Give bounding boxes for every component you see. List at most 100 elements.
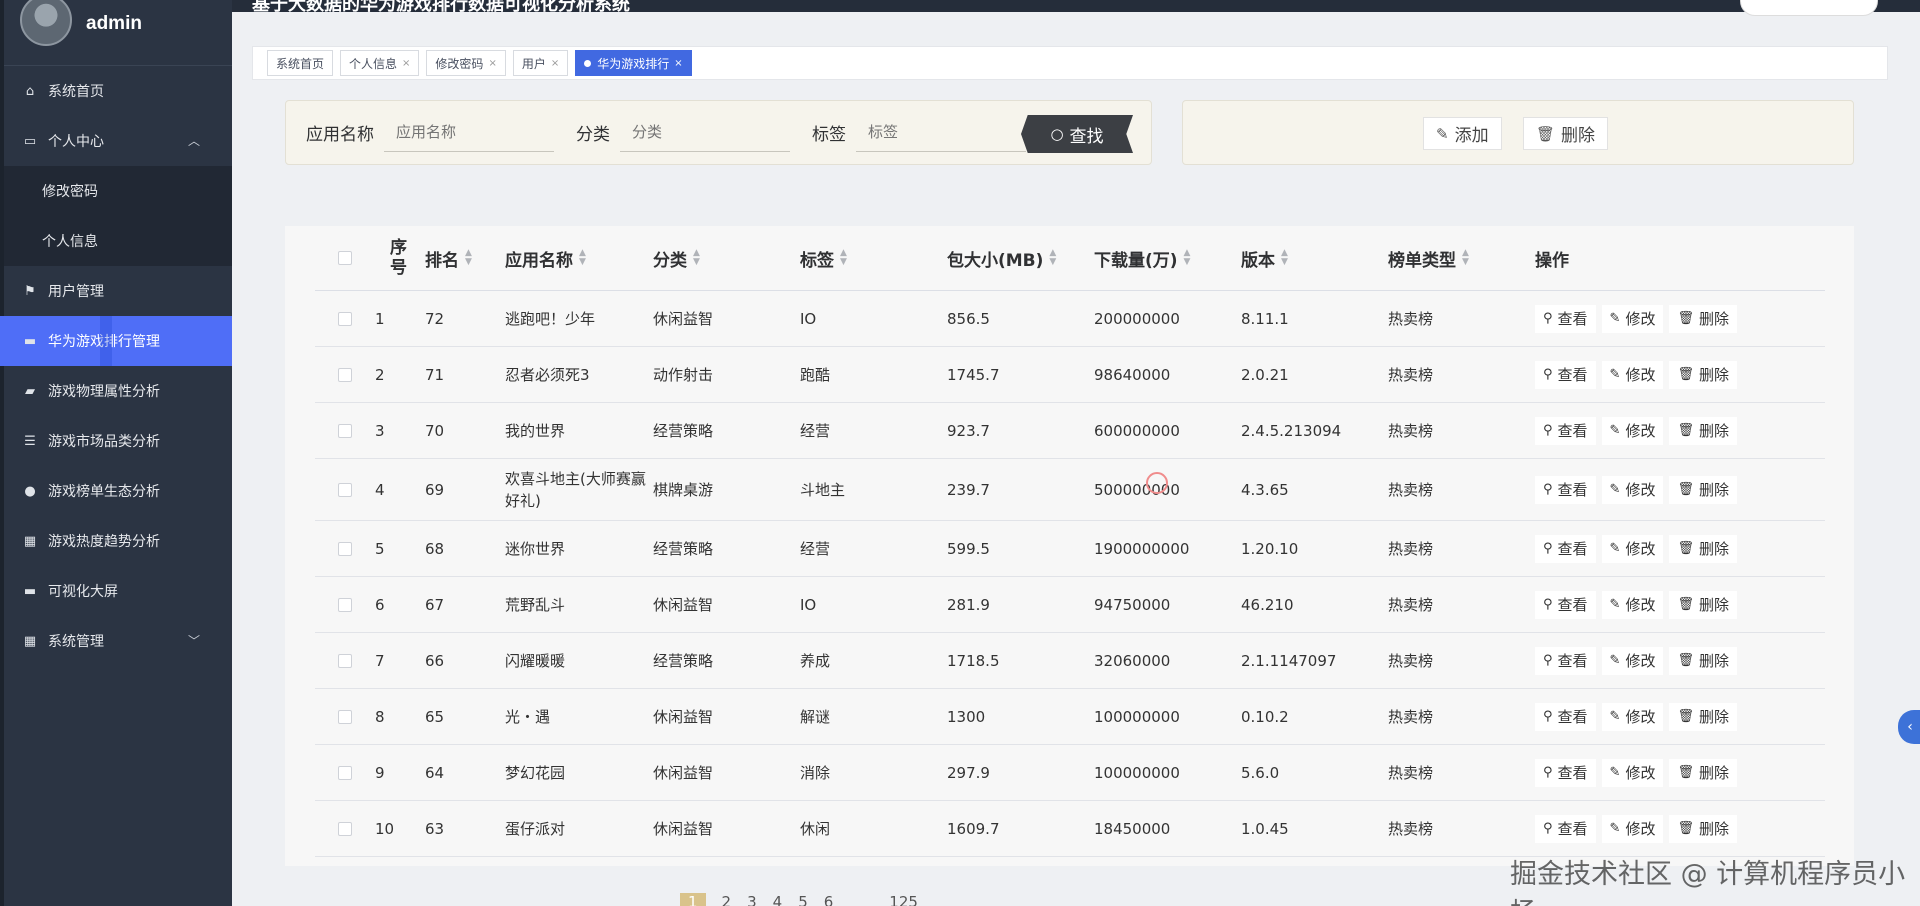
sidebar-item-10[interactable]: ▬ 可视化大屏 [0, 566, 232, 616]
sidebar-item-11[interactable]: ▦ 系统管理 ﹀ [0, 616, 232, 666]
tab-3[interactable]: 用户 × [512, 50, 569, 76]
view-button[interactable]: ⚲ 查看 [1535, 758, 1596, 787]
delete-row-button[interactable]: 🗑 删除 [1669, 416, 1737, 445]
row-checkbox[interactable] [338, 709, 352, 724]
cell-version-text: 2.0.21 [1241, 365, 1289, 384]
edit-button[interactable]: ✎ 修改 [1601, 304, 1664, 333]
sort-icon[interactable]: ▲ ▼ [840, 249, 847, 267]
tab-2[interactable]: 修改密码 × [426, 50, 506, 76]
side-toggle-button[interactable]: ‹ [1898, 710, 1920, 744]
edit-button[interactable]: ✎ 修改 [1601, 758, 1664, 787]
view-button[interactable]: ⚲ 查看 [1535, 646, 1596, 675]
delete-row-button[interactable]: 🗑 删除 [1669, 304, 1737, 333]
sort-icon[interactable]: ▲ ▼ [1281, 249, 1288, 267]
sidebar-item-8[interactable]: ● 游戏榜单生态分析 [0, 466, 232, 516]
header-size[interactable]: 包大小(MB) ▲ ▼ [947, 246, 1094, 271]
header-rank[interactable]: 排名 ▲ ▼ [425, 246, 505, 271]
avatar[interactable] [20, 0, 72, 46]
page-button[interactable]: 5 [798, 893, 808, 906]
view-button[interactable]: ⚲ 查看 [1535, 534, 1596, 563]
view-button[interactable]: ⚲ 查看 [1535, 475, 1596, 504]
tab-1[interactable]: 个人信息 × [340, 50, 420, 76]
header-tag[interactable]: 标签 ▲ ▼ [800, 246, 947, 271]
header-downloads[interactable]: 下载量(万) ▲ ▼ [1094, 246, 1241, 271]
cell-name: 逃跑吧！少年 [505, 308, 653, 330]
header-name[interactable]: 应用名称 ▲ ▼ [505, 246, 653, 271]
edit-button[interactable]: ✎ 修改 [1601, 475, 1664, 504]
page-button[interactable]: 2 [722, 893, 732, 906]
close-icon[interactable]: × [674, 58, 682, 69]
sidebar-item-9[interactable]: ▦ 游戏热度趋势分析 [0, 516, 232, 566]
page-button[interactable]: 1 [680, 893, 706, 906]
view-button[interactable]: ⚲ 查看 [1535, 304, 1596, 333]
delete-row-button[interactable]: 🗑 删除 [1669, 475, 1737, 504]
sidebar-item-6[interactable]: ▰ 游戏物理属性分析 [0, 366, 232, 416]
page-last-button[interactable]: 125 [889, 893, 918, 906]
edit-button[interactable]: ✎ 修改 [1601, 360, 1664, 389]
view-button[interactable]: ⚲ 查看 [1535, 416, 1596, 445]
row-checkbox[interactable] [338, 367, 352, 382]
view-button[interactable]: ⚲ 查看 [1535, 360, 1596, 389]
search-icon: ⚲ [1543, 423, 1553, 438]
delete-row-button[interactable]: 🗑 删除 [1669, 360, 1737, 389]
view-button[interactable]: ⚲ 查看 [1535, 702, 1596, 731]
cell-downloads-text: 18450000 [1094, 819, 1171, 838]
add-button[interactable]: ✎ 添加 [1423, 117, 1502, 150]
row-checkbox[interactable] [338, 765, 352, 780]
view-button[interactable]: ⚲ 查看 [1535, 590, 1596, 619]
category-input[interactable] [620, 113, 790, 152]
sidebar-item-7[interactable]: ☰ 游戏市场品类分析 [0, 416, 232, 466]
sidebar-item-4[interactable]: ⚑ 用户管理 [0, 266, 232, 316]
edit-button[interactable]: ✎ 修改 [1601, 702, 1664, 731]
tab-0[interactable]: 系统首页 [267, 50, 334, 76]
sort-icon[interactable]: ▲ ▼ [579, 249, 586, 267]
delete-row-button[interactable]: 🗑 删除 [1669, 534, 1737, 563]
edit-button[interactable]: ✎ 修改 [1601, 590, 1664, 619]
sort-icon[interactable]: ▲ ▼ [465, 249, 472, 267]
sort-icon[interactable]: ▲ ▼ [1049, 249, 1056, 267]
row-checkbox[interactable] [338, 423, 352, 438]
view-button[interactable]: ⚲ 查看 [1535, 814, 1596, 843]
row-checkbox[interactable] [338, 653, 352, 668]
sort-icon[interactable]: ▲ ▼ [693, 249, 700, 267]
delete-row-button[interactable]: 🗑 删除 [1669, 702, 1737, 731]
sort-icon[interactable]: ▲ ▼ [1462, 249, 1469, 267]
page-button[interactable]: 3 [747, 893, 757, 906]
sidebar-item-5[interactable]: ▬ 华为游戏排行管理 [0, 316, 232, 366]
delete-row-button[interactable]: 🗑 删除 [1669, 590, 1737, 619]
header-version[interactable]: 版本 ▲ ▼ [1241, 246, 1388, 271]
row-checkbox[interactable] [338, 597, 352, 612]
cell-ops: ⚲ 查看 ✎ 修改 🗑 删除 [1535, 360, 1825, 389]
select-all-checkbox[interactable] [338, 251, 352, 265]
sidebar-item-0[interactable]: ⌂ 系统首页 [0, 66, 232, 116]
top-user-chip[interactable] [1740, 0, 1878, 16]
header-category[interactable]: 分类 ▲ ▼ [653, 246, 800, 271]
delete-row-button[interactable]: 🗑 删除 [1669, 646, 1737, 675]
close-icon[interactable]: × [551, 58, 559, 69]
row-checkbox[interactable] [338, 311, 352, 326]
find-button[interactable]: ○ 查找 [1021, 115, 1133, 153]
app-name-input[interactable] [384, 113, 554, 152]
sidebar-item-2[interactable]: 修改密码 [0, 166, 232, 216]
tab-4[interactable]: 华为游戏排行 × [575, 50, 692, 76]
delete-row-button[interactable]: 🗑 删除 [1669, 758, 1737, 787]
sort-icon[interactable]: ▲ ▼ [1184, 249, 1191, 267]
delete-row-button[interactable]: 🗑 删除 [1669, 814, 1737, 843]
cell-ops: ⚲ 查看 ✎ 修改 🗑 删除 [1535, 416, 1825, 445]
row-checkbox[interactable] [338, 482, 352, 497]
close-icon[interactable]: × [488, 58, 496, 69]
sidebar-item-1[interactable]: ▭ 个人中心 ︿ [0, 116, 232, 166]
page-button[interactable]: 6 [824, 893, 834, 906]
edit-button[interactable]: ✎ 修改 [1601, 416, 1664, 445]
row-checkbox[interactable] [338, 541, 352, 556]
row-checkbox[interactable] [338, 821, 352, 836]
page-button[interactable]: 4 [773, 893, 783, 906]
close-icon[interactable]: × [402, 58, 410, 69]
sidebar-item-3[interactable]: 个人信息 [0, 216, 232, 266]
edit-button[interactable]: ✎ 修改 [1601, 646, 1664, 675]
header-list-type[interactable]: 榜单类型 ▲ ▼ [1388, 246, 1535, 271]
edit-button[interactable]: ✎ 修改 [1601, 814, 1664, 843]
edit-button[interactable]: ✎ 修改 [1601, 534, 1664, 563]
tag-input[interactable] [856, 113, 1026, 152]
delete-button[interactable]: 🗑 删除 [1523, 117, 1609, 150]
